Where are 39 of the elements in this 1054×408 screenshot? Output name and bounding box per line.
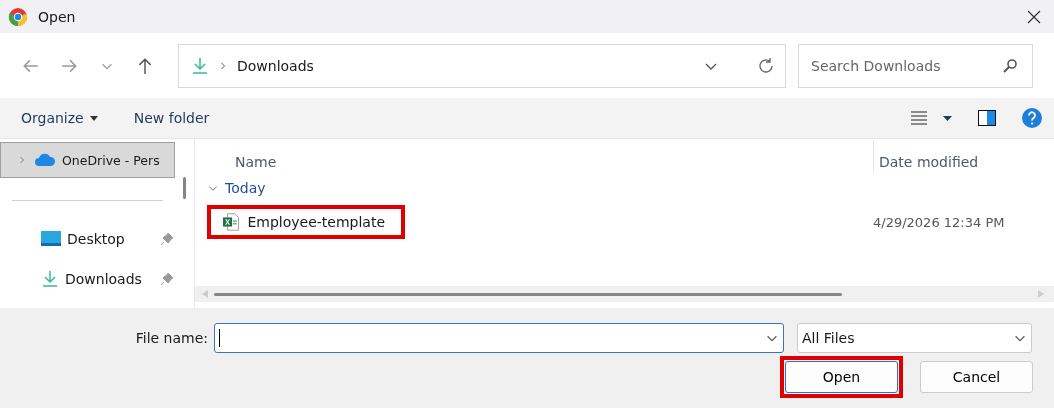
new-folder-button[interactable]: New folder (133, 110, 210, 126)
text-cursor (219, 329, 220, 347)
column-header[interactable]: Date modified (873, 139, 1054, 173)
preview-pane-icon[interactable] (978, 110, 996, 126)
cloud-icon (34, 153, 56, 167)
cancel-button[interactable]: Cancel (920, 361, 1033, 393)
sidebar-item[interactable]: Desktop (0, 221, 175, 257)
date-modified-cell-text: 4/29/2026 12:34 PM (873, 214, 1006, 230)
download-icon (191, 56, 209, 75)
close-icon (1027, 9, 1041, 24)
download-icon (41, 270, 59, 288)
search-field[interactable]: Search Downloads (798, 43, 1033, 88)
file-name-field[interactable] (214, 323, 784, 353)
desktop-icon (41, 231, 61, 247)
up-arrow-icon (136, 56, 154, 75)
window-title: Open (38, 8, 77, 25)
open-button[interactable]: Open (785, 361, 898, 393)
app-logo-icon (8, 6, 28, 27)
caret-icon (89, 115, 98, 121)
caret-icon[interactable] (943, 115, 952, 121)
help-icon[interactable] (1022, 108, 1042, 128)
pin-icon[interactable] (160, 272, 174, 286)
group-header[interactable]: Today (225, 180, 266, 196)
sidebar-item[interactable]: OneDrive - Pers (0, 142, 175, 178)
path-segment[interactable]: Downloads (237, 57, 695, 74)
column-header[interactable]: Name (195, 139, 873, 173)
view-list-icon[interactable] (911, 111, 927, 125)
search-icon (1002, 57, 1018, 74)
refresh-icon[interactable] (757, 56, 775, 75)
scrollbar-thumb[interactable] (214, 292, 842, 296)
file-item[interactable]: Employee-template (207, 205, 405, 239)
scrollbar-thumb[interactable] (183, 177, 186, 199)
pin-icon[interactable] (160, 232, 174, 246)
sidebar-item[interactable]: Downloads (0, 261, 175, 297)
address-bar[interactable]: Downloads (178, 43, 786, 88)
spreadsheet-file-icon (223, 212, 240, 232)
file-name-label: File name: (134, 330, 209, 346)
file-type-dropdown[interactable]: All Files (797, 323, 1032, 353)
organize-menu-button[interactable]: Organize (21, 110, 98, 126)
